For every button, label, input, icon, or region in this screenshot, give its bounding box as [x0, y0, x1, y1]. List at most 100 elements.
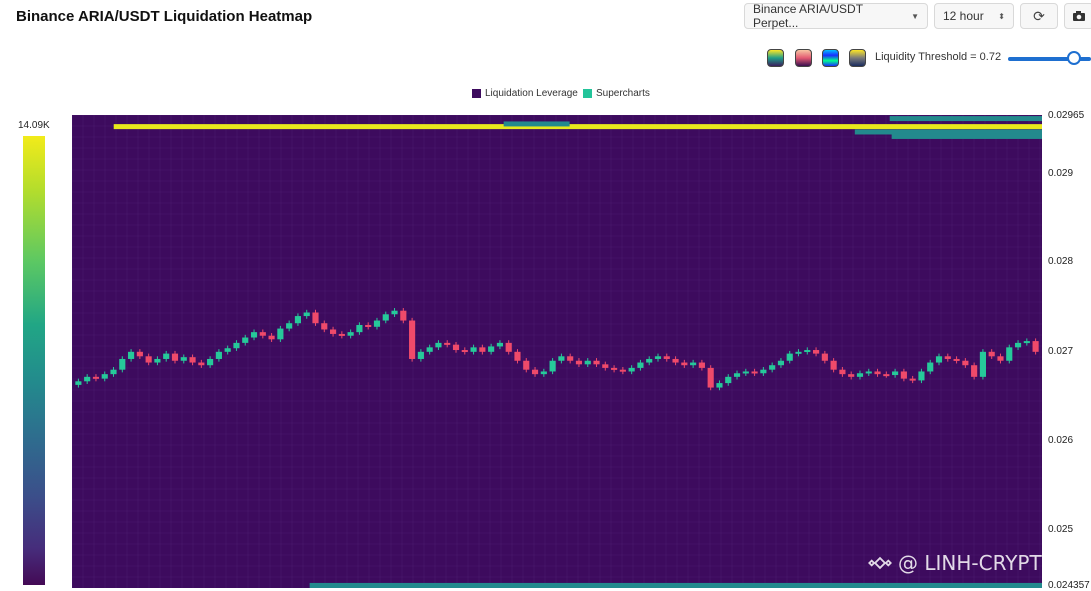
candle-body: [136, 351, 143, 357]
candle-body: [856, 373, 864, 377]
candle-body: [953, 358, 960, 361]
candle-body: [567, 356, 574, 361]
candle-body: [400, 310, 407, 321]
candle-body: [128, 351, 135, 359]
candle-body: [742, 371, 749, 374]
candle-body: [558, 356, 565, 361]
candle-body: [900, 371, 907, 379]
candle-body: [619, 369, 626, 372]
price-tick-label: 0.026: [1048, 435, 1074, 446]
page-title: Binance ARIA/USDT Liquidation Heatmap: [16, 8, 313, 25]
candle-body: [329, 329, 337, 334]
candle-body: [716, 383, 723, 388]
cividis-swatch[interactable]: [849, 49, 866, 67]
candle-body: [909, 378, 916, 381]
candle-body: [839, 369, 846, 375]
candle-body: [584, 360, 591, 365]
binance-logo-icon: [868, 556, 892, 570]
candle-body: [242, 337, 249, 343]
candle-body: [865, 371, 872, 374]
refresh-button[interactable]: ⟳: [1020, 3, 1058, 29]
candle-body: [189, 357, 196, 363]
candle-body: [1023, 341, 1030, 344]
viridis-swatch[interactable]: [767, 49, 784, 67]
candle-body: [259, 332, 266, 336]
candle-body: [628, 367, 635, 372]
candle-body: [830, 360, 837, 370]
time-interval-select[interactable]: 12 hour ⬍: [934, 3, 1014, 29]
legend-item-liquidation-leverage[interactable]: Liquidation Leverage: [472, 88, 578, 99]
candle-body: [549, 360, 556, 372]
screenshot-button[interactable]: [1064, 3, 1091, 29]
candle-body: [874, 371, 881, 375]
rainbow-swatch[interactable]: [822, 49, 839, 67]
candle-body: [883, 374, 890, 377]
candle-body: [611, 367, 618, 370]
candle-body: [681, 362, 688, 366]
candle-body: [804, 350, 811, 353]
candle-body: [1006, 347, 1013, 361]
candle-body: [514, 351, 521, 361]
legend-item-supercharts[interactable]: Supercharts: [583, 88, 650, 99]
candle-body: [848, 374, 855, 377]
candle-body: [250, 332, 258, 338]
candle-body: [312, 312, 319, 324]
chevron-down-icon: ▼: [911, 11, 919, 21]
candle-body: [751, 371, 758, 374]
candle-body: [119, 358, 126, 370]
magma-swatch[interactable]: [795, 49, 812, 67]
candle-body: [1032, 341, 1039, 352]
candle-body: [294, 316, 302, 324]
candle-body: [479, 347, 486, 352]
candle-body: [707, 367, 714, 388]
candle-body: [698, 362, 705, 368]
candle-body: [821, 353, 828, 361]
candle-body: [971, 365, 978, 377]
liquidation-band: [854, 129, 1042, 135]
candle-body: [101, 374, 108, 379]
liquidity-threshold-slider[interactable]: [1067, 51, 1081, 65]
candle-body: [373, 320, 381, 327]
liquidation-band: [113, 124, 1042, 130]
liquidation-band: [891, 133, 1042, 139]
candle-body: [84, 376, 91, 382]
legend-color-box: [472, 89, 481, 98]
candle-body: [435, 342, 442, 348]
candle-body: [224, 348, 231, 352]
candle-body: [356, 325, 363, 333]
candle-body: [470, 347, 477, 352]
candle-body: [988, 351, 995, 357]
candle-body: [760, 369, 767, 374]
candle-body: [690, 362, 697, 366]
candle-body: [382, 314, 389, 321]
candle-body: [163, 353, 170, 359]
candle-body: [505, 342, 512, 352]
candle-body: [927, 362, 934, 372]
candle-body: [391, 310, 398, 315]
price-tick-label: 0.02965: [1048, 110, 1085, 121]
liquidation-heatmap[interactable]: [72, 115, 1042, 588]
legend-label: Liquidation Leverage: [485, 88, 578, 99]
candle-body: [154, 358, 161, 363]
liquidation-band: [889, 116, 1042, 122]
candle-body: [654, 356, 662, 359]
candle-body: [725, 376, 732, 384]
candle-body: [409, 320, 416, 359]
price-tick-label: 0.028: [1048, 256, 1074, 267]
candle-body: [426, 347, 433, 352]
candle-body: [979, 351, 986, 377]
candle-body: [321, 323, 328, 330]
candle-body: [672, 358, 679, 363]
exchange-pair-select[interactable]: Binance ARIA/USDT Perpet... ▼: [744, 2, 928, 30]
candle-body: [110, 369, 117, 375]
candle-body: [417, 351, 424, 359]
candle-body: [145, 356, 152, 363]
heatmap-background: [72, 115, 1042, 588]
candle-body: [795, 351, 802, 354]
candle-body: [92, 376, 100, 379]
candle-body: [733, 373, 741, 377]
time-interval-select-value: 12 hour: [943, 9, 984, 23]
candle-body: [180, 357, 187, 361]
legend-color-box: [583, 89, 592, 98]
candle-body: [303, 312, 310, 317]
